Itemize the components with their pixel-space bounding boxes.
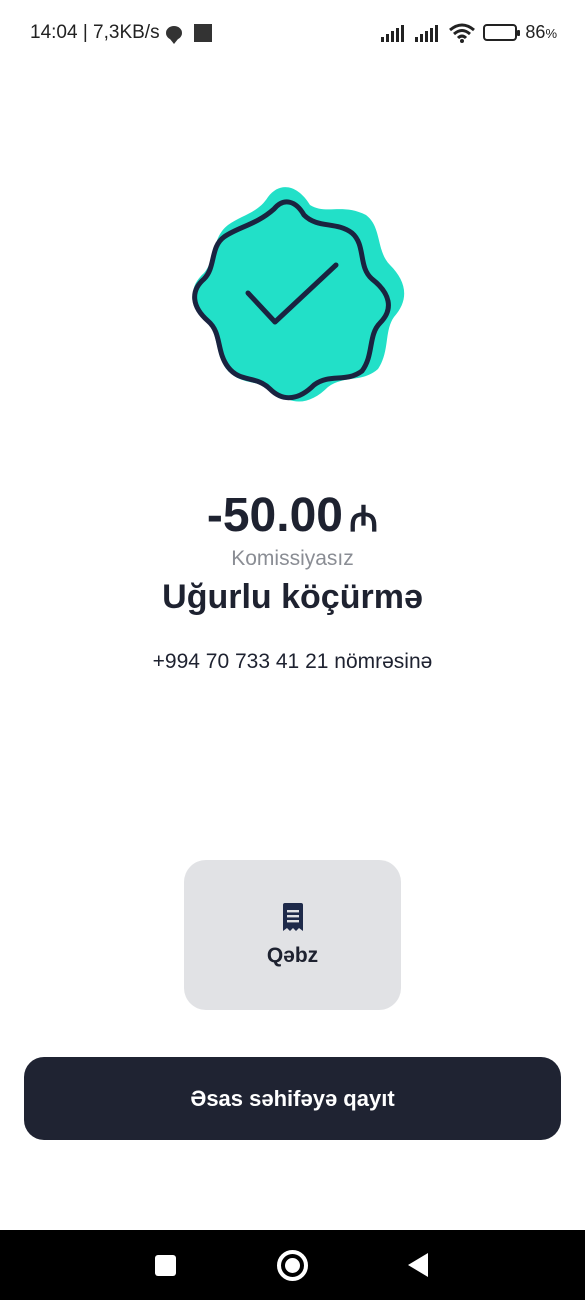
signal-icon-2	[415, 24, 439, 42]
status-bar: 14:04 | 7,3KB/s 86%	[0, 0, 585, 70]
result-title: Uğurlu köçürmə	[162, 578, 423, 616]
status-right: 86%	[381, 22, 557, 43]
battery-percent-sign: %	[545, 26, 557, 41]
battery-icon	[483, 24, 521, 41]
recipient-text: +994 70 733 41 21 nömrəsinə	[152, 650, 433, 673]
receipt-label: Qəbz	[266, 944, 319, 967]
status-time-speed: 14:04 | 7,3KB/s	[30, 22, 160, 43]
back-to-home-label: Əsas səhifəyə qayıt	[190, 1085, 395, 1111]
receipt-icon	[282, 903, 303, 931]
transfer-amount-row: -50.00 ₼	[0, 488, 585, 543]
battery-percent: 86%	[525, 22, 557, 43]
fee-note: Komissiyasız	[231, 547, 354, 570]
home-circle-icon[interactable]	[277, 1250, 308, 1281]
notification-square-icon	[193, 24, 212, 42]
recents-square-icon[interactable]	[155, 1255, 176, 1276]
receipt-button[interactable]: Qəbz	[184, 860, 401, 1010]
badge-fill-shape	[192, 187, 405, 402]
battery-percent-value: 86	[525, 22, 546, 42]
status-left: 14:04 | 7,3KB/s	[30, 22, 212, 44]
signal-icon-1	[381, 24, 405, 42]
chat-bubble-icon	[165, 26, 182, 44]
wifi-icon	[449, 23, 476, 43]
transfer-amount: -50.00	[206, 489, 343, 542]
check-badge-icon	[192, 187, 405, 402]
currency-symbol: ₼	[348, 498, 379, 539]
system-nav-bar	[0, 1230, 585, 1300]
back-triangle-icon[interactable]	[408, 1253, 428, 1277]
back-to-home-button[interactable]: Əsas səhifəyə qayıt	[24, 1057, 561, 1140]
